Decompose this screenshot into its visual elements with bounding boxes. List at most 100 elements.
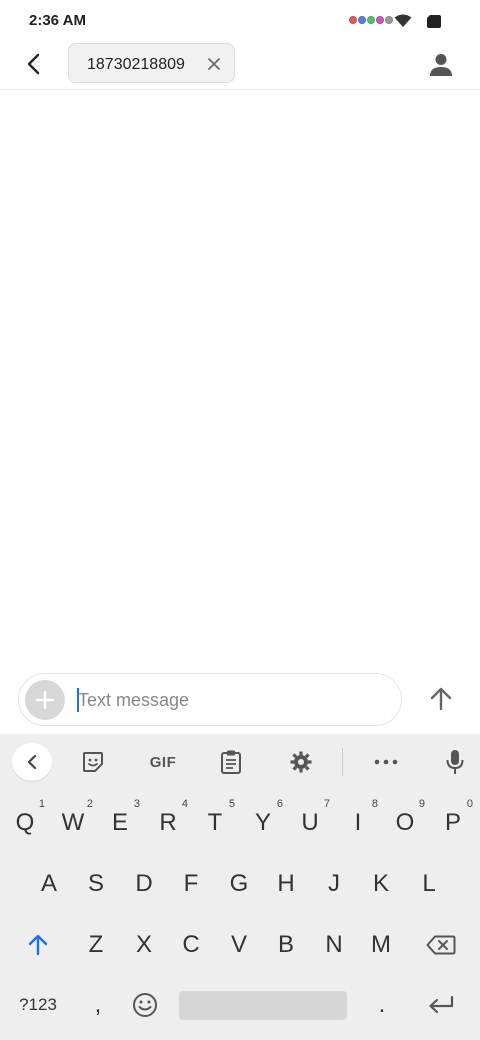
clipboard-button[interactable] <box>213 746 249 778</box>
key-o[interactable]: O9 <box>383 798 427 848</box>
gear-icon <box>290 751 312 773</box>
notification-dot <box>367 16 375 24</box>
notification-dot <box>358 16 366 24</box>
conversation-header: 18730218809 <box>0 42 480 90</box>
remove-recipient-button[interactable] <box>206 56 222 72</box>
keyboard: G I F Q 1 W 2 E 3 R 4 T 5 Y 6 U 7 I 8 O 9 … <box>0 734 480 1040</box>
key-hint: 3 <box>133 798 140 810</box>
send-arrow-icon <box>430 687 452 711</box>
key-label: I <box>354 809 362 836</box>
emoji-key[interactable] <box>123 980 167 1030</box>
key-label: Y <box>254 809 271 836</box>
recipient-chip[interactable]: 18730218809 <box>68 43 235 83</box>
collapse-toolbar-button[interactable] <box>12 743 52 781</box>
notification-dot <box>385 16 393 24</box>
key-n[interactable]: N <box>312 920 356 970</box>
comma-key[interactable]: , <box>76 980 120 1030</box>
chevron-left-icon <box>27 754 37 770</box>
key-z[interactable]: Z <box>74 920 118 970</box>
key-j[interactable]: J <box>312 859 356 909</box>
send-button[interactable] <box>424 682 458 716</box>
gif-button[interactable]: GIF <box>143 746 183 778</box>
key-label: T <box>207 809 223 836</box>
key-label: O <box>395 809 415 836</box>
gif-label: GIF <box>149 753 177 771</box>
key-label: E <box>111 809 128 836</box>
toolbar-divider <box>342 748 343 776</box>
attach-button[interactable] <box>25 680 65 720</box>
enter-icon <box>429 995 454 1014</box>
key-m[interactable]: M <box>359 920 403 970</box>
key-e[interactable]: E3 <box>98 798 142 848</box>
key-l[interactable]: L <box>407 859 451 909</box>
back-button[interactable] <box>18 48 50 80</box>
compose-bar <box>18 673 402 726</box>
key-x[interactable]: X <box>122 920 166 970</box>
key-r[interactable]: R4 <box>146 798 190 848</box>
person-icon <box>430 54 452 76</box>
key-label: W <box>61 809 85 836</box>
key-label: R <box>159 809 177 836</box>
enter-key[interactable] <box>416 980 466 1030</box>
backspace-key[interactable] <box>416 920 466 970</box>
notification-dot <box>376 16 384 24</box>
voice-input-button[interactable] <box>437 746 473 778</box>
shift-key[interactable] <box>14 920 62 970</box>
key-w[interactable]: W2 <box>51 798 95 848</box>
key-f[interactable]: F <box>169 859 213 909</box>
key-hint: 7 <box>323 798 330 810</box>
notification-icons <box>349 16 393 24</box>
key-i[interactable]: I8 <box>336 798 380 848</box>
emoji-icon <box>133 993 157 1017</box>
key-h[interactable]: H <box>264 859 308 909</box>
key-v[interactable]: V <box>217 920 261 970</box>
key-hint: 1 <box>38 798 45 810</box>
key-b[interactable]: B <box>264 920 308 970</box>
key-label: U <box>301 809 319 836</box>
key-hint: 6 <box>276 798 283 810</box>
wifi-icon <box>394 14 412 27</box>
shift-arrow-icon <box>28 934 48 956</box>
key-q[interactable]: Q1 <box>3 798 47 848</box>
more-button[interactable] <box>368 746 404 778</box>
notification-dot <box>349 16 357 24</box>
key-k[interactable]: K <box>359 859 403 909</box>
key-hint: 4 <box>181 798 188 810</box>
key-y[interactable]: Y6 <box>241 798 285 848</box>
sticker-button[interactable] <box>75 746 111 778</box>
back-arrow-icon <box>27 53 40 75</box>
key-c[interactable]: C <box>169 920 213 970</box>
backspace-icon <box>426 935 456 955</box>
key-s[interactable]: S <box>74 859 118 909</box>
sticker-icon <box>83 752 103 772</box>
key-hint: 5 <box>228 798 235 810</box>
symbols-key[interactable]: ?123 <box>8 980 68 1030</box>
spacebar[interactable] <box>179 991 347 1020</box>
message-input[interactable] <box>78 686 378 714</box>
plus-icon <box>35 690 55 710</box>
close-icon <box>208 58 220 70</box>
key-d[interactable]: D <box>122 859 166 909</box>
period-key[interactable]: . <box>360 980 404 1030</box>
add-contact-button[interactable] <box>424 48 458 82</box>
keyboard-toolbar: GIF <box>0 734 480 790</box>
recipient-number: 18730218809 <box>87 56 185 73</box>
key-label: Q <box>15 809 35 836</box>
status-time: 2:36 AM <box>29 12 86 29</box>
key-p[interactable]: P0 <box>431 798 475 848</box>
settings-button[interactable] <box>283 746 319 778</box>
key-label: P <box>444 809 461 836</box>
more-icon <box>374 759 398 765</box>
key-hint: 0 <box>466 798 473 810</box>
microphone-icon <box>446 750 464 774</box>
clipboard-icon <box>221 750 241 774</box>
key-hint: 9 <box>418 798 425 810</box>
key-g[interactable]: G <box>217 859 261 909</box>
key-hint: 2 <box>86 798 93 810</box>
key-t[interactable]: T5 <box>193 798 237 848</box>
status-bar: 2:36 AM <box>0 0 480 42</box>
key-hint: 8 <box>371 798 378 810</box>
battery-icon <box>427 15 441 28</box>
key-u[interactable]: U7 <box>288 798 332 848</box>
key-a[interactable]: A <box>27 859 71 909</box>
